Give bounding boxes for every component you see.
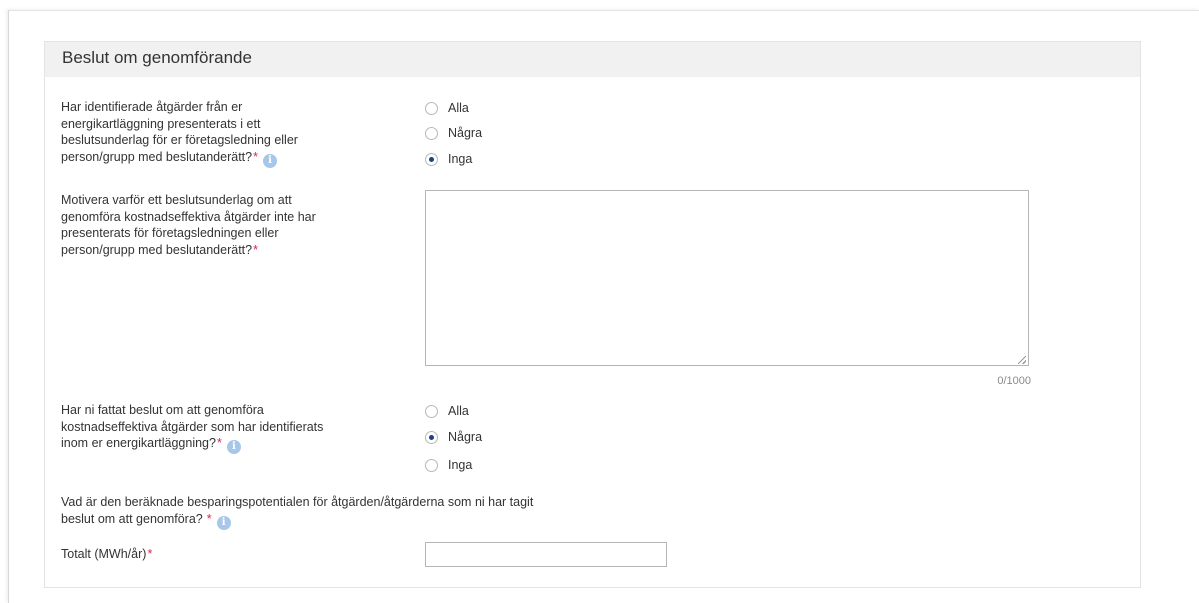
required-marker: * [253,149,258,164]
q3-option-label: Inga [448,458,473,472]
radio-icon[interactable] [425,126,438,140]
question-2-label: Motivera varför ett beslutsunderlag om a… [61,192,316,258]
decision-panel: Beslut om genomförande Har identifierade… [44,41,1141,588]
total-label-text: Totalt (MWh/år) [61,547,147,561]
radio-selected-icon[interactable] [425,152,438,166]
question-1-line-4: person/grupp med beslutanderätt? [61,149,253,164]
q1-option-alla[interactable]: Alla [425,99,469,117]
question-1-line-1: Har identifierade åtgärder från er [61,100,243,114]
q3-option-label: Alla [448,404,469,418]
required-marker: * [253,242,258,257]
q1-option-label: Några [448,126,483,140]
radio-icon[interactable] [425,404,438,418]
question-4-label: Vad är den beräknade besparingspotential… [61,494,533,530]
question-2-line-1: Motivera varför ett beslutsunderlag om a… [61,193,292,207]
info-icon[interactable]: i [216,515,231,530]
required-marker: * [147,547,153,561]
total-label: Totalt (MWh/år)* [61,546,152,563]
question-3-line-3: inom er energikartläggning? [61,436,216,450]
radio-selected-icon[interactable] [425,430,438,444]
q3-option-alla[interactable]: Alla [425,402,469,420]
question-3-line-1: Har ni fattat beslut om att genomföra [61,403,264,417]
q1-option-label: Inga [448,152,473,166]
question-4-line-2: beslut om att genomföra? [61,511,203,526]
q1-option-nagra[interactable]: Några [425,124,482,142]
resize-handle-icon[interactable] [1018,356,1026,364]
question-2-line-4: person/grupp med beslutanderätt? [61,242,253,257]
q3-option-inga[interactable]: Inga [425,456,472,474]
question-1-line-3: beslutsunderlag för er företagsledning e… [61,133,298,147]
panel-header: Beslut om genomförande [45,42,1140,77]
character-counter: 0/1000 [997,375,1031,387]
total-mwh-input[interactable] [425,542,667,567]
question-1-line-2: energikartläggning presenterats i ett [61,116,261,131]
motivation-textarea[interactable] [425,190,1029,366]
question-3-label: Har ni fattat beslut om att genomföra ko… [61,402,323,454]
radio-icon[interactable] [425,101,438,115]
question-3-line-2: kostnadseffektiva åtgärder som har ident… [61,419,324,434]
required-marker: * [206,511,212,526]
q3-option-nagra[interactable]: Några [425,428,482,446]
question-4-line-1: Vad är den beräknade besparingspotential… [61,495,534,509]
q3-option-label: Några [448,430,483,444]
radio-icon[interactable] [425,458,438,472]
info-icon[interactable]: i [262,153,277,168]
q1-option-inga[interactable]: Inga [425,150,472,168]
section-title: Beslut om genomförande [62,48,252,67]
question-2-line-2: genomföra kostnadseffektiva åtgärder int… [61,209,316,224]
question-1-label: Har identifierade åtgärder från er energ… [61,99,298,168]
required-marker: * [216,436,222,450]
question-2-line-3: presenterats för företagsledningen eller [61,226,279,240]
q1-option-label: Alla [448,101,469,115]
info-icon[interactable]: i [226,440,241,454]
